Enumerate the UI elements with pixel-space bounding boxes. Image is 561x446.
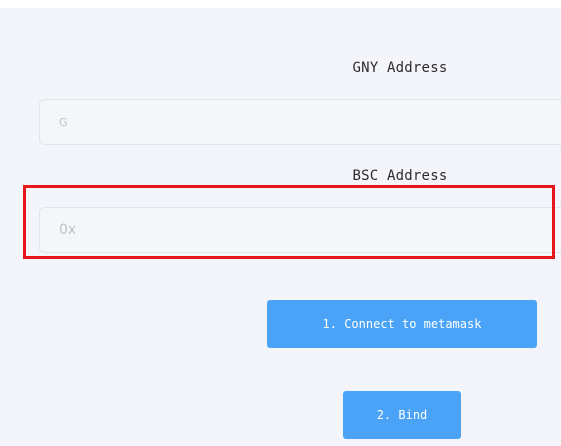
gny-address-label: GNY Address xyxy=(352,60,448,76)
bind-address-panel: GNY Address BSC Address 1. Connect to me… xyxy=(0,8,561,446)
bsc-address-label: BSC Address xyxy=(352,168,448,184)
bsc-address-input[interactable] xyxy=(39,207,561,253)
connect-metamask-button[interactable]: 1. Connect to metamask xyxy=(267,300,537,348)
bind-button[interactable]: 2. Bind xyxy=(343,391,461,439)
gny-address-input[interactable] xyxy=(39,99,561,145)
